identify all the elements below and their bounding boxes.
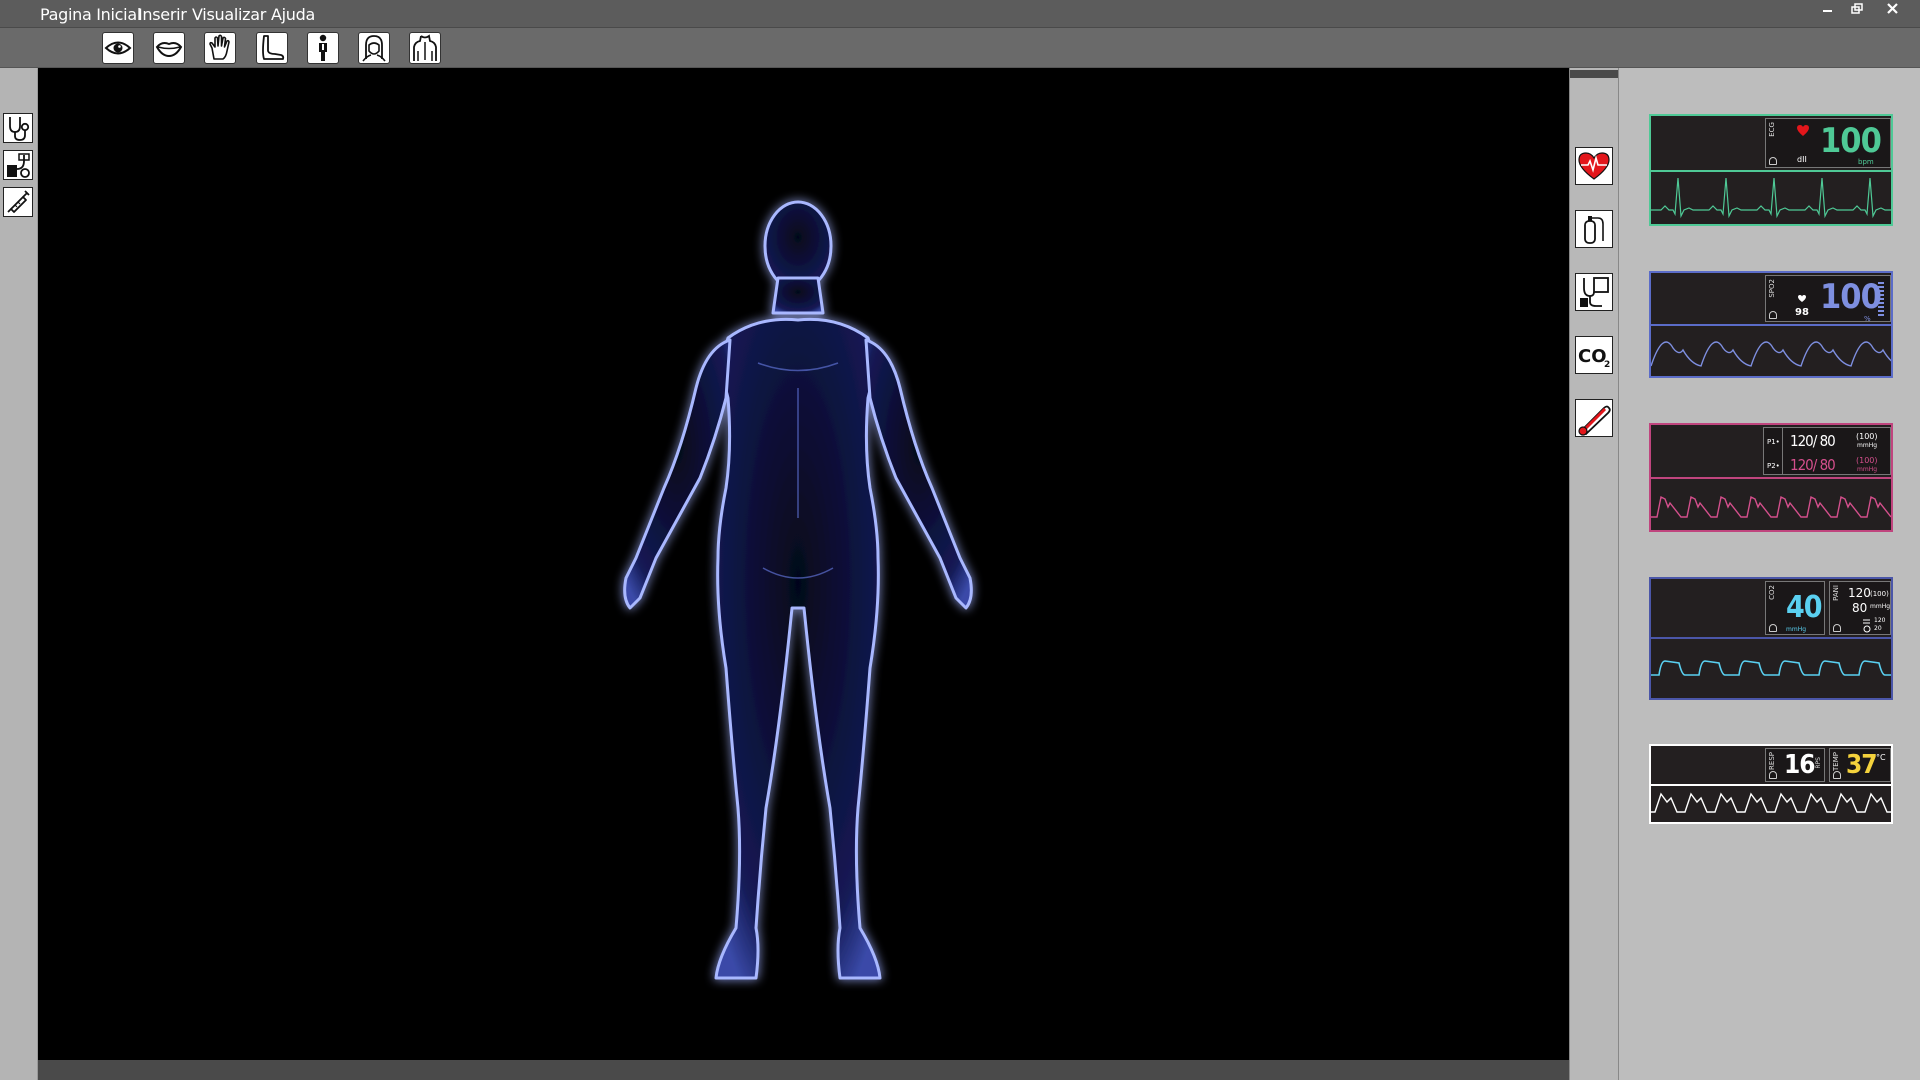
mouth-icon[interactable] [153,32,185,64]
p1-value: 120/ 80 [1790,432,1836,450]
restore-icon[interactable] [1843,0,1871,18]
ecg-readout: ECG dII 100 bpm [1765,118,1891,168]
co2-readout: CO2 40 mmHg [1765,581,1825,635]
co2-icon-text: CO [1578,346,1607,367]
p2-unit: mmHg [1857,466,1878,473]
vital-signs-panel: ECG dII 100 bpm SPO2 98 100 % P1• P2• 12… [1619,68,1920,1080]
left-tool-column [0,68,38,1080]
blood-pressure-cuff-icon[interactable] [3,150,33,180]
p2-mean: (100) [1856,456,1878,465]
ecg-unit: bpm [1858,158,1874,166]
eye-icon[interactable] [102,32,134,64]
resp-readout: RESP 16 RPS [1765,748,1825,782]
ecg-monitor[interactable]: ECG dII 100 bpm [1649,114,1893,226]
co2-monitor[interactable]: CO2 40 mmHg PANI 120 80 (100) mmHg 120 2… [1649,577,1893,700]
alarm-bell-icon [1769,771,1777,779]
co2-unit: mmHg [1786,626,1807,633]
pressure-monitor[interactable]: P1• P2• 120/ 80 (100) mmHg 120/ 80 (100)… [1649,423,1893,532]
co2-icon[interactable]: CO 2 [1575,336,1613,374]
co2-label: CO2 [1768,585,1776,600]
alarm-bell-icon [1769,311,1777,319]
spo2-pulse: 98 [1795,307,1809,318]
p2-label: P2• [1767,462,1780,470]
ecg-label: ECG [1768,122,1776,137]
spo2-label: SPO2 [1768,279,1776,298]
pani-diastolic: 80 [1852,601,1868,615]
temp-label: TEMP [1832,752,1840,771]
temp-unit: °C [1876,753,1886,762]
resp-waveform [1651,786,1891,822]
menu-inserir[interactable]: Inserir [138,5,187,24]
heart-icon [1798,295,1806,302]
p1-label: P1• [1767,438,1780,446]
p2-value: 120/ 80 [1790,456,1836,474]
pani-cycle: 120 [1874,617,1886,624]
temp-readout: TEMP 37 °C [1829,748,1891,782]
signal-strength-bar [1878,282,1884,316]
resp-temp-monitor[interactable]: RESP 16 RPS TEMP 37 °C [1649,744,1893,824]
torso-back-icon[interactable] [409,32,441,64]
body-viewport[interactable] [38,68,1569,1060]
pressure-readout: P1• P2• 120/ 80 (100) mmHg 120/ 80 (100)… [1763,427,1891,475]
thermometer-icon[interactable] [1575,399,1613,437]
pressure-waveform [1651,479,1891,530]
hand-icon[interactable] [204,32,236,64]
right-tool-column: CO 2 [1569,68,1619,1080]
body-front-icon[interactable] [307,32,339,64]
pani-timer: 20 [1874,625,1882,632]
menu-visualizar[interactable]: Visualizar [192,5,266,24]
ecg-waveform [1651,172,1891,224]
menu-bar: Pagina Inicial Inserir Visualizar Ajuda [0,0,1920,28]
co2-icon-subscript: 2 [1604,360,1610,370]
ecg-value: 100 [1820,121,1882,161]
co2-value: 40 [1786,590,1823,625]
alarm-bell-icon [1769,624,1777,632]
body-model[interactable] [578,188,1018,1038]
alarm-bell-icon [1769,157,1777,165]
resp-value: 16 [1784,750,1816,780]
resp-label: RESP [1768,752,1776,770]
stethoscope-icon[interactable] [3,113,33,143]
pani-readout: PANI 120 80 (100) mmHg 120 20 [1829,581,1891,635]
syringe-icon[interactable] [3,187,33,217]
alarm-bell-icon [1833,624,1841,632]
spo2-readout: SPO2 98 100 % [1765,275,1891,323]
pani-systolic: 120 [1848,586,1871,600]
cycle-timer-icon [1863,619,1871,633]
heart-icon [1797,125,1809,136]
alarm-bell-icon [1833,771,1841,779]
spo2-unit: % [1864,315,1871,323]
resp-unit: RPS [1815,757,1822,769]
pani-unit: mmHg [1870,603,1891,610]
p1-unit: mmHg [1857,442,1878,449]
viewport-scrollbar[interactable] [38,1060,1569,1080]
minimize-icon[interactable] [1814,0,1842,18]
body-part-toolbar [0,28,1920,68]
spo2-value: 100 [1820,277,1882,317]
menu-pagina-inicial[interactable]: Pagina Inicial [40,5,141,24]
foot-icon[interactable] [256,32,288,64]
pani-mean: (100) [1870,590,1889,598]
blood-pressure-monitor-icon[interactable] [1575,273,1613,311]
close-icon[interactable] [1879,0,1907,18]
right-column-divider [1570,70,1618,78]
heart-ecg-icon[interactable] [1575,147,1613,185]
spo2-monitor[interactable]: SPO2 98 100 % [1649,271,1893,378]
head-front-icon[interactable] [358,32,390,64]
oxygen-cylinder-icon[interactable] [1575,210,1613,248]
menu-ajuda[interactable]: Ajuda [271,5,315,24]
simulator-window: Pagina Inicial Inserir Visualizar Ajuda [0,0,1920,1080]
temp-value: 37 [1846,750,1878,780]
co2-waveform [1651,639,1891,698]
ecg-lead: dII [1797,155,1807,164]
spo2-waveform [1651,326,1891,376]
p1-mean: (100) [1856,432,1878,441]
pani-label: PANI [1832,585,1840,601]
